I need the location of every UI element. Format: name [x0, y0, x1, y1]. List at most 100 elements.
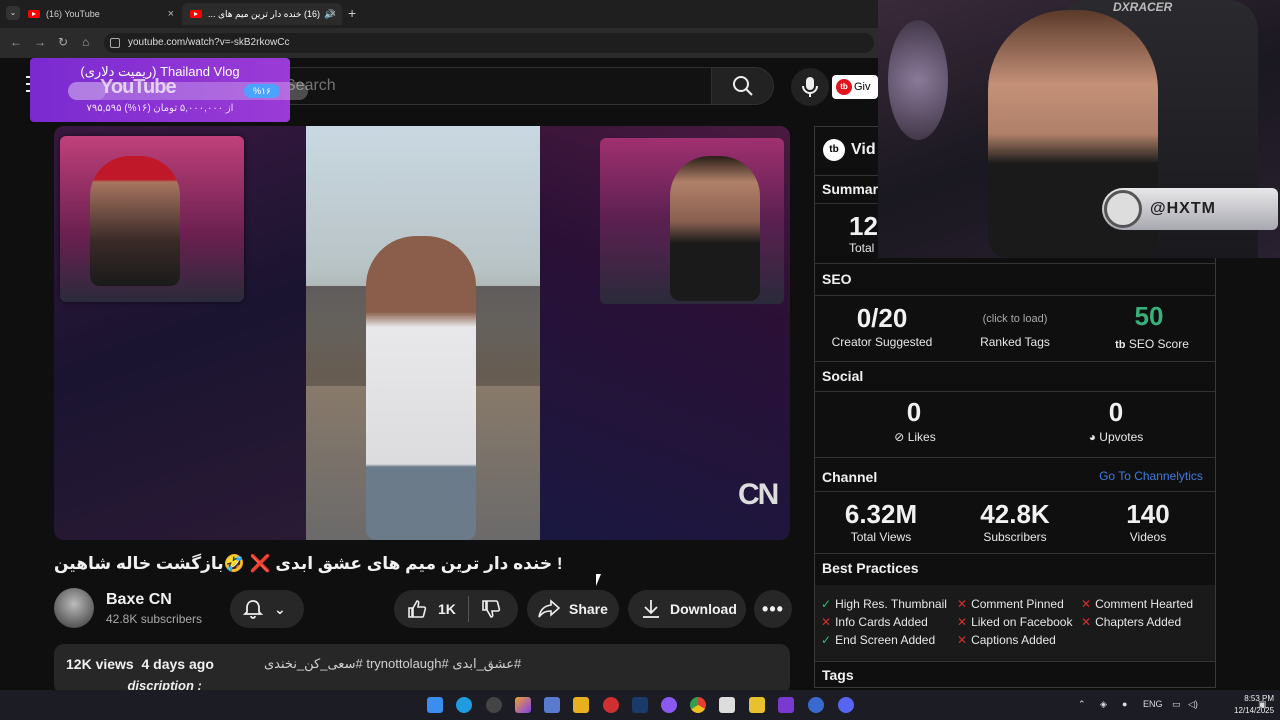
home-icon[interactable]: ⌂ [82, 35, 89, 49]
tubebuddy-logo-icon: tb [823, 139, 845, 161]
app-icon[interactable] [661, 697, 677, 713]
channel-name[interactable]: Baxe CN [106, 591, 172, 609]
tubebuddy-button-label: Giv [854, 81, 871, 93]
url-field[interactable]: youtube.com/watch?v=-skB2rkowCc [104, 33, 874, 53]
cross-icon: ✕ [957, 615, 968, 629]
channel-label: Channel [822, 469, 878, 485]
bp-item: ✕ Comment Hearted [1081, 597, 1194, 611]
reaction-cam-right [600, 138, 784, 304]
streamer-webcam: DXRACER @HXTM [878, 0, 1280, 258]
wifi-icon[interactable]: ▭ [1172, 699, 1181, 710]
steam-icon[interactable] [632, 697, 648, 713]
view-count: 12K views [66, 656, 134, 672]
youtube-favicon-icon [190, 10, 202, 18]
total-views-label: Total Views [850, 530, 912, 544]
app-icon[interactable] [719, 697, 735, 713]
bell-icon [242, 600, 264, 619]
search-icon [733, 76, 753, 96]
app-icon[interactable] [515, 697, 531, 713]
tab-video[interactable]: (16) خنده دار ترین میم های ... 🔊 × [182, 3, 342, 25]
ranked-tags-hint[interactable]: (click to load) [965, 313, 1065, 325]
discord-icon[interactable] [838, 697, 854, 713]
divider [815, 361, 1215, 362]
main-person-image [366, 236, 476, 540]
cross-icon: ✕ [1081, 597, 1092, 611]
share-button[interactable]: Share [527, 590, 619, 628]
network-icon[interactable]: ◈ [1100, 699, 1107, 710]
search-input[interactable] [285, 76, 685, 96]
panel-header: Vid [851, 141, 876, 158]
app-icon[interactable] [749, 697, 765, 713]
divider [815, 491, 1215, 492]
site-info-icon[interactable] [110, 38, 120, 48]
check-icon: ✓ [821, 597, 832, 611]
check-icon: ✓ [821, 633, 832, 647]
search-box[interactable] [270, 67, 712, 105]
like-button[interactable]: 1K [394, 598, 456, 620]
upload-date: 4 days ago [141, 656, 214, 672]
summary-label: Summar [822, 181, 879, 197]
seo-score-value: 50 [1134, 301, 1164, 331]
like-count: 1K [438, 601, 456, 617]
subscription-bell-button[interactable]: ⌄ [230, 590, 304, 628]
file-explorer-icon[interactable] [573, 697, 589, 713]
creator-suggested-value: 0/20 [856, 303, 908, 333]
streamer-handle: @HXTM [1150, 200, 1216, 217]
seo-label: SEO [822, 271, 852, 287]
video-player[interactable]: CN [54, 126, 790, 540]
channel-avatar[interactable] [54, 588, 94, 628]
close-tab-icon[interactable]: × [330, 8, 336, 20]
app-icon[interactable] [603, 697, 619, 713]
divider [815, 263, 1215, 264]
search-button[interactable] [711, 67, 774, 105]
system-clock[interactable]: 8:53 PM 12/14/2025 [1234, 693, 1274, 717]
tab-youtube-home[interactable]: (16) YouTube × [20, 3, 180, 25]
subscribers-label: Subscribers [983, 530, 1047, 544]
chair-brand: DXRACER [1113, 0, 1173, 14]
upvotes-label: ◕ Upvotes [1088, 430, 1144, 444]
microphone-icon[interactable]: ● [1122, 699, 1127, 709]
app-icon[interactable] [808, 697, 824, 713]
youtube-logo: YouTube [100, 76, 177, 98]
creator-suggested-label: Creator Suggested [831, 335, 933, 349]
channelytics-link[interactable]: Go To Channelytics [1091, 469, 1211, 483]
language-indicator[interactable]: ENG [1143, 699, 1163, 709]
reload-icon[interactable]: ↻ [58, 35, 68, 49]
bp-item: ✓ High Res. Thumbnail [821, 597, 947, 611]
more-actions-button[interactable]: ••• [754, 590, 792, 628]
divider [815, 661, 1215, 662]
tab-search-button[interactable]: ⌄ [6, 6, 20, 20]
app-icon[interactable] [778, 697, 794, 713]
dislike-button[interactable] [480, 598, 502, 623]
close-tab-icon[interactable]: × [168, 8, 174, 20]
windows-start-icon[interactable] [427, 697, 443, 713]
tubebuddy-button[interactable]: tb Giv [832, 75, 878, 99]
description-box[interactable]: 12K views 4 days ago #عشق_ابدی #trynotto… [54, 644, 790, 694]
settings-icon[interactable] [486, 697, 502, 713]
lamp-image [888, 20, 948, 140]
forward-icon[interactable]: → [34, 35, 46, 49]
reaction-cam-left [60, 136, 244, 302]
app-icon[interactable] [544, 697, 560, 713]
cross-icon: ✕ [821, 615, 832, 629]
hashtags[interactable]: #عشق_ابدی #trynottolaugh #سعی_کن_نخندی [264, 656, 521, 672]
back-icon[interactable]: ← [10, 35, 22, 49]
chrome-icon[interactable] [690, 697, 706, 713]
divider [815, 457, 1215, 458]
summary-value: 12 [849, 211, 878, 241]
edge-icon[interactable] [456, 697, 472, 713]
subscriber-count: 42.8K subscribers [106, 612, 203, 626]
download-button[interactable]: Download [628, 590, 746, 628]
voice-search-button[interactable] [791, 68, 829, 106]
new-tab-button[interactable]: + [348, 5, 356, 21]
notification-icon[interactable]: ▣ [1258, 699, 1267, 710]
volume-icon[interactable]: ◁) [1188, 699, 1198, 710]
badge-logo-icon [1104, 190, 1142, 228]
streamer-handle-badge: @HXTM [1102, 188, 1278, 230]
tab-title: (16) YouTube [46, 9, 100, 19]
channel-watermark: CN [738, 478, 779, 511]
bp-item: ✕ Captions Added [957, 633, 1056, 647]
tray-chevron-icon[interactable]: ⌃ [1078, 699, 1086, 710]
clock-date: 12/14/2025 [1234, 706, 1275, 715]
goal-percent-badge: %۱۶ [244, 84, 280, 98]
